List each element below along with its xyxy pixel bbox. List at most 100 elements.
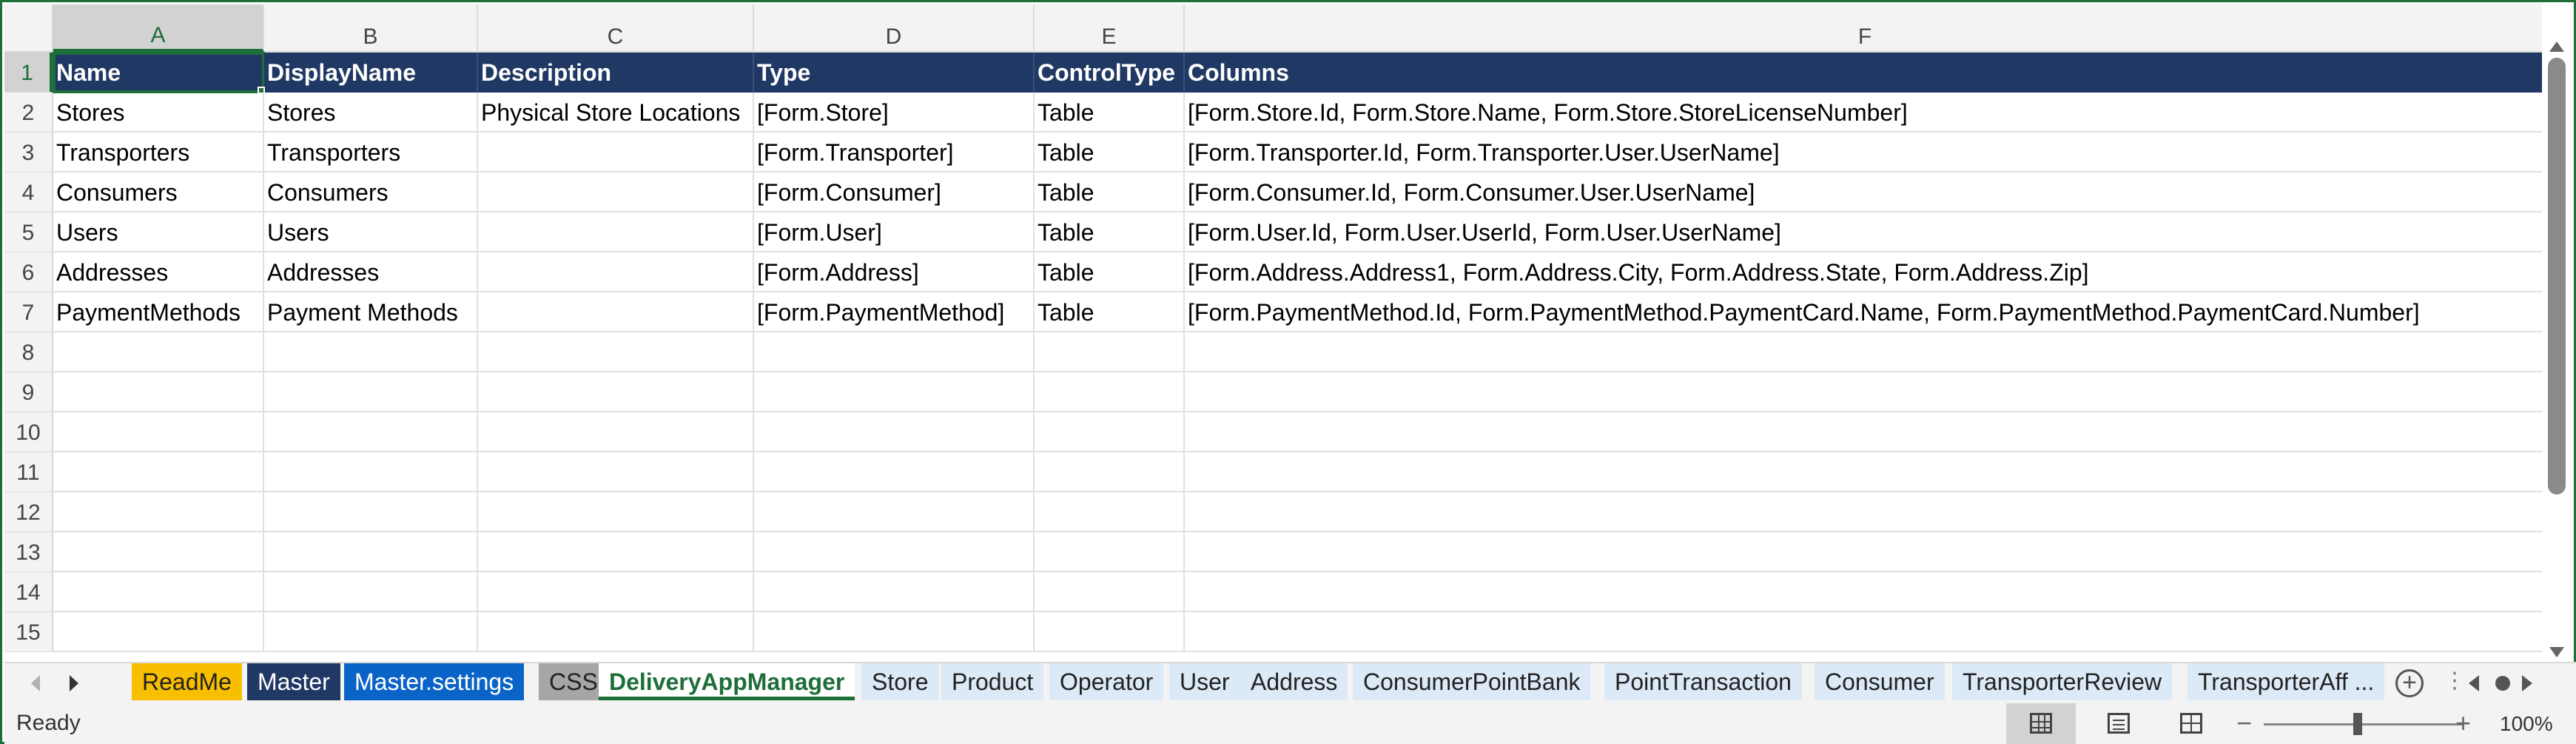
table-cell[interactable] [478, 452, 754, 492]
table-cell[interactable] [53, 532, 264, 572]
page-layout-view-button[interactable] [2084, 703, 2153, 744]
vertical-scrollbar[interactable] [2542, 4, 2572, 662]
table-cell[interactable] [1035, 452, 1185, 492]
previous-sheet-icon[interactable] [2469, 675, 2479, 691]
table-cell[interactable] [478, 612, 754, 652]
cell-c1[interactable]: Description [478, 53, 754, 93]
table-cell[interactable] [1185, 372, 2546, 412]
zoom-slider-track[interactable] [2264, 723, 2464, 725]
table-cell[interactable] [754, 412, 1035, 452]
table-cell[interactable] [478, 292, 754, 332]
scroll-down-icon[interactable] [2549, 647, 2564, 657]
row-header[interactable]: 15 [4, 612, 53, 652]
row-header[interactable]: 4 [4, 172, 53, 212]
table-cell[interactable] [264, 572, 478, 612]
table-cell[interactable] [478, 212, 754, 252]
row-header[interactable]: 10 [4, 412, 53, 452]
table-cell[interactable] [1185, 452, 2546, 492]
table-cell[interactable] [264, 452, 478, 492]
table-cell[interactable]: [Form.Consumer] [754, 172, 1035, 212]
sheet-tab-address[interactable]: Address [1240, 663, 1348, 700]
table-cell[interactable] [1185, 532, 2546, 572]
table-cell[interactable] [53, 372, 264, 412]
table-cell[interactable] [1035, 492, 1185, 532]
table-cell[interactable]: Table [1035, 292, 1185, 332]
row-header[interactable]: 5 [4, 212, 53, 252]
row-header[interactable]: 12 [4, 492, 53, 532]
cell-a1[interactable]: Name [53, 52, 265, 93]
sheet-tab-operator[interactable]: Operator [1049, 663, 1164, 700]
table-cell[interactable]: Stores [264, 93, 478, 133]
sheet-tab-transporteraff[interactable]: TransporterAff ... [2187, 663, 2385, 700]
table-cell[interactable]: Physical Store Locations [478, 93, 754, 133]
table-cell[interactable]: [Form.Store.Id, Form.Store.Name, Form.St… [1185, 93, 2546, 133]
table-cell[interactable]: Table [1035, 93, 1185, 133]
table-cell[interactable] [478, 492, 754, 532]
row-header[interactable]: 8 [4, 332, 53, 372]
row-header[interactable]: 9 [4, 372, 53, 412]
row-header[interactable]: 2 [4, 93, 53, 133]
sheet-tab-master[interactable]: Master [247, 663, 340, 700]
table-cell[interactable] [478, 172, 754, 212]
table-cell[interactable] [1185, 492, 2546, 532]
table-cell[interactable] [754, 372, 1035, 412]
column-header-b[interactable]: B [264, 4, 478, 51]
table-cell[interactable] [53, 492, 264, 532]
table-cell[interactable]: Consumers [53, 172, 264, 212]
table-cell[interactable]: Users [53, 212, 264, 252]
sheet-tab-deliveryappmanager[interactable]: DeliveryAppManager [599, 663, 855, 700]
sheet-tab-master-settings[interactable]: Master.settings [344, 663, 525, 700]
cell-e1[interactable]: ControlType [1035, 53, 1185, 93]
table-cell[interactable] [754, 332, 1035, 372]
table-cell[interactable]: Table [1035, 172, 1185, 212]
scroll-tabs-left-icon[interactable] [31, 675, 40, 691]
table-cell[interactable]: [Form.PaymentMethod] [754, 292, 1035, 332]
table-cell[interactable] [264, 492, 478, 532]
sheet-navigation-dot-icon[interactable] [2495, 676, 2510, 691]
table-cell[interactable]: Addresses [53, 252, 264, 292]
sheet-tab-transporterreview[interactable]: TransporterReview [1952, 663, 2173, 700]
table-cell[interactable]: Transporters [53, 133, 264, 172]
table-cell[interactable]: [Form.Address] [754, 252, 1035, 292]
table-cell[interactable] [1185, 572, 2546, 612]
table-cell[interactable] [478, 532, 754, 572]
table-cell[interactable] [478, 332, 754, 372]
table-cell[interactable] [1035, 372, 1185, 412]
table-cell[interactable] [754, 532, 1035, 572]
scroll-tabs-right-icon[interactable] [70, 675, 78, 691]
table-cell[interactable]: [Form.User] [754, 212, 1035, 252]
row-header[interactable]: 7 [4, 292, 53, 332]
table-cell[interactable]: Addresses [264, 252, 478, 292]
sheet-tab-user[interactable]: User [1169, 663, 1240, 700]
table-cell[interactable] [1035, 332, 1185, 372]
spreadsheet-grid[interactable]: A B C D E F 1 Name DisplayName Descripti… [4, 4, 2546, 662]
table-cell[interactable] [53, 612, 264, 652]
sheet-tab-consumer[interactable]: Consumer [1815, 663, 1945, 700]
cell-b1[interactable]: DisplayName [264, 53, 478, 93]
column-header-c[interactable]: C [478, 4, 754, 51]
table-cell[interactable] [1035, 572, 1185, 612]
table-cell[interactable] [1035, 412, 1185, 452]
table-cell[interactable]: Table [1035, 212, 1185, 252]
next-sheet-icon[interactable] [2522, 675, 2532, 691]
table-cell[interactable]: Stores [53, 93, 264, 133]
table-cell[interactable] [1185, 332, 2546, 372]
zoom-slider-thumb[interactable] [2353, 713, 2362, 735]
table-cell[interactable] [478, 372, 754, 412]
table-cell[interactable]: PaymentMethods [53, 292, 264, 332]
table-cell[interactable] [478, 133, 754, 172]
sheet-tab-product[interactable]: Product [941, 663, 1044, 700]
column-header-e[interactable]: E [1035, 4, 1185, 51]
table-cell[interactable] [478, 412, 754, 452]
select-all-corner[interactable] [4, 4, 53, 53]
sheet-tab-readme[interactable]: ReadMe [132, 663, 242, 700]
table-cell[interactable] [264, 612, 478, 652]
table-cell[interactable]: Payment Methods [264, 292, 478, 332]
table-cell[interactable]: [Form.Transporter] [754, 133, 1035, 172]
row-header[interactable]: 6 [4, 252, 53, 292]
row-header[interactable]: 1 [4, 53, 53, 93]
table-cell[interactable] [1035, 532, 1185, 572]
zoom-out-button[interactable]: − [2236, 708, 2252, 739]
sheet-tab-consumerpointbank[interactable]: ConsumerPointBank [1353, 663, 1591, 700]
table-cell[interactable] [53, 332, 264, 372]
